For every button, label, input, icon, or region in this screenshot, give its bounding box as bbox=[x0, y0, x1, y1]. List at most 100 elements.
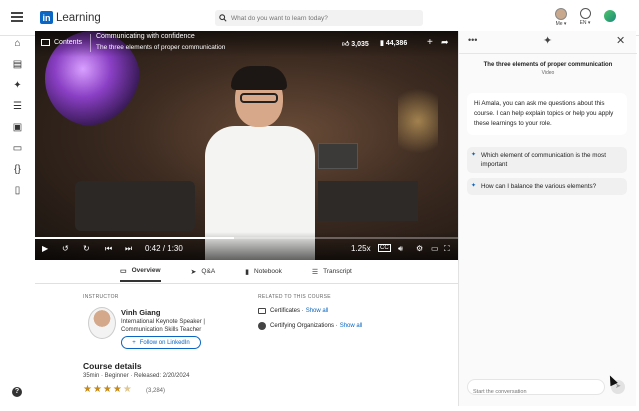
search-bar[interactable] bbox=[215, 10, 423, 26]
globe-icon bbox=[579, 8, 591, 19]
panel-title: The three elements of proper communicati… bbox=[483, 62, 613, 68]
instructor-title: International Keynote Speaker | Communic… bbox=[121, 319, 205, 333]
sofa-decoration bbox=[75, 181, 195, 231]
home-icon[interactable]: ⌂ bbox=[12, 38, 23, 49]
ai-coach-icon[interactable] bbox=[604, 10, 616, 22]
chat-input[interactable] bbox=[473, 389, 593, 395]
briefcase-icon[interactable]: ▣ bbox=[12, 122, 23, 133]
speed-button[interactable]: 1.25x bbox=[351, 244, 371, 253]
divider bbox=[35, 283, 458, 284]
tab-label: Transcript bbox=[323, 268, 352, 275]
language-menu[interactable]: EN ▾ bbox=[576, 8, 594, 26]
certificates-label: Certificates · bbox=[270, 308, 304, 314]
certificates-show-all-link[interactable]: Show all bbox=[306, 308, 329, 314]
fullscreen-icon[interactable]: ⛶ bbox=[444, 244, 450, 254]
lesson-title: The three elements of proper communicati… bbox=[96, 44, 226, 51]
follow-label: Follow on LinkedIn bbox=[139, 339, 190, 346]
orgs-show-all-link[interactable]: Show all bbox=[340, 323, 363, 329]
ai-coach-panel: ••• ✦ ✕ The three elements of proper com… bbox=[458, 31, 637, 406]
menu-icon[interactable] bbox=[11, 12, 23, 22]
map-icon[interactable]: ▤ bbox=[12, 59, 23, 70]
rewind-icon[interactable]: ↺ bbox=[62, 244, 69, 253]
badge-icon bbox=[258, 322, 266, 330]
sparkle-icon[interactable]: ✦ bbox=[12, 80, 23, 91]
suggestion-chip[interactable]: ✦ Which element of communication is the … bbox=[467, 147, 627, 173]
more-options-icon[interactable]: ••• bbox=[468, 35, 477, 45]
qa-icon: ➤ bbox=[190, 268, 197, 276]
like-button[interactable]: 👍︎ 3,035 bbox=[342, 39, 369, 48]
instructor-heading: INSTRUCTOR bbox=[83, 294, 119, 300]
captions-button[interactable]: CC bbox=[378, 244, 391, 252]
transcript-icon: ☰ bbox=[311, 268, 319, 276]
avatar bbox=[555, 8, 567, 20]
orgs-label: Certifying Organizations · bbox=[270, 323, 338, 329]
me-label: Me ▾ bbox=[555, 21, 567, 27]
video-controls: ▶ ↺ ↻ ⏮ ⏭ 0:42 / 1:30 1.25x CC 🔊︎ ⚙ ▭ ⛶ bbox=[35, 232, 458, 260]
sparkle-icon: ✦ bbox=[471, 152, 477, 158]
list-icon[interactable]: ☰ bbox=[12, 101, 23, 112]
search-icon bbox=[219, 14, 227, 22]
book-icon[interactable]: ▯ bbox=[12, 185, 23, 196]
thumbs-up-icon: 👍︎ bbox=[342, 41, 350, 48]
pip-icon[interactable]: ▭ bbox=[431, 244, 439, 253]
next-icon[interactable]: ⏭ bbox=[125, 244, 132, 254]
instructor-name[interactable]: Vinh Giang bbox=[121, 308, 160, 317]
logo-text: Learning bbox=[56, 11, 101, 24]
add-icon[interactable]: + bbox=[427, 37, 433, 48]
save-count: 44,386 bbox=[385, 40, 408, 47]
tab-qa[interactable]: ➤ Q&A bbox=[191, 264, 216, 282]
sparkle-icon: ✦ bbox=[543, 35, 553, 47]
course-meta: 35min · Beginner · Released: 2/20/2024 bbox=[83, 373, 190, 379]
save-button[interactable]: ▮ 44,386 bbox=[380, 39, 407, 47]
star-rating: ★★★★★ bbox=[83, 384, 133, 395]
sidebar-toggle-icon bbox=[41, 39, 50, 46]
tab-transcript[interactable]: ☰ Transcript bbox=[312, 264, 352, 282]
orgs-row: Certifying Organizations · Show all bbox=[258, 322, 362, 330]
close-icon[interactable]: ✕ bbox=[616, 34, 625, 47]
bookmark-icon: ▮ bbox=[380, 40, 384, 47]
related-heading: RELATED TO THIS COURSE bbox=[258, 294, 331, 300]
me-menu[interactable]: Me ▾ bbox=[553, 8, 569, 27]
share-icon[interactable]: ➦ bbox=[441, 37, 449, 48]
divider bbox=[90, 34, 91, 52]
course-details-heading: Course details bbox=[83, 361, 142, 371]
certificates-row: Certificates · Show all bbox=[258, 308, 328, 314]
previous-icon[interactable]: ⏮ bbox=[105, 244, 112, 254]
help-icon[interactable]: ? bbox=[12, 387, 22, 397]
suggestion-label: How can I balance the various elements? bbox=[481, 183, 597, 190]
code-icon[interactable]: {} bbox=[12, 164, 23, 175]
left-rail: ⌂ ▤ ✦ ☰ ▣ ▭ {} ▯ bbox=[0, 36, 34, 411]
tab-label: Q&A bbox=[201, 268, 216, 275]
certificate-icon bbox=[258, 308, 266, 314]
panel-subtitle: Video bbox=[541, 70, 555, 76]
course-tabs: ▭ Overview ➤ Q&A ▮ Notebook ☰ Transcript bbox=[120, 264, 382, 282]
divider bbox=[459, 53, 637, 54]
tab-label: Notebook bbox=[254, 268, 282, 275]
tab-label: Overview bbox=[131, 267, 161, 274]
progress-bar[interactable] bbox=[35, 237, 458, 239]
forward-icon[interactable]: ↻ bbox=[83, 244, 90, 253]
settings-icon[interactable]: ⚙ bbox=[416, 244, 423, 253]
tab-notebook[interactable]: ▮ Notebook bbox=[245, 264, 282, 282]
tab-overview[interactable]: ▭ Overview bbox=[120, 264, 161, 282]
video-top-bar: Contents Communicating with confidence T… bbox=[35, 31, 458, 57]
assistant-message: Hi Amala, you can ask me questions about… bbox=[467, 93, 627, 135]
course-title[interactable]: Communicating with confidence bbox=[96, 33, 195, 40]
contents-label: Contents bbox=[54, 39, 83, 46]
message-icon[interactable]: ▭ bbox=[12, 143, 23, 154]
language-label: EN ▾ bbox=[579, 20, 591, 26]
video-player[interactable]: Contents Communicating with confidence T… bbox=[35, 31, 458, 260]
volume-icon[interactable]: 🔊︎ bbox=[398, 244, 403, 254]
rating-count[interactable]: (3,284) bbox=[146, 388, 165, 394]
play-icon[interactable]: ▶ bbox=[42, 244, 48, 253]
follow-button[interactable]: + Follow on LinkedIn bbox=[121, 336, 201, 349]
search-input[interactable] bbox=[231, 14, 421, 22]
suggestion-chip[interactable]: ✦ How can I balance the various elements… bbox=[467, 178, 627, 195]
contents-button[interactable]: Contents bbox=[41, 39, 82, 46]
plus-icon: + bbox=[132, 339, 136, 346]
overview-icon: ▭ bbox=[120, 267, 127, 275]
instructor-avatar[interactable] bbox=[88, 307, 116, 339]
like-count: 3,035 bbox=[351, 41, 369, 48]
linkedin-learning-logo[interactable]: in Learning bbox=[40, 11, 101, 24]
time-readout: 0:42 / 1:30 bbox=[145, 244, 183, 253]
